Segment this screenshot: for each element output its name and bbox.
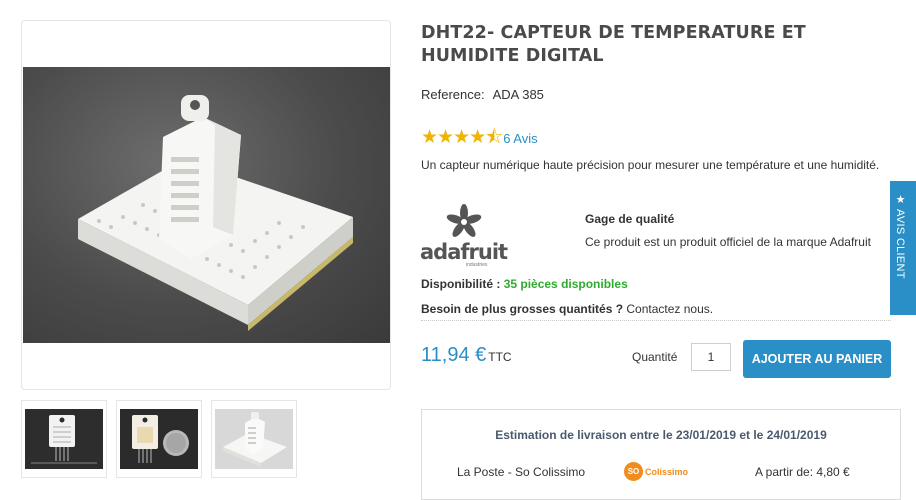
reference-value: ADA 385	[492, 87, 544, 102]
thumbnail-2[interactable]	[116, 400, 202, 478]
thumbnail-photo	[120, 409, 198, 469]
star-icon: ★	[453, 127, 470, 148]
thumbnail-photo	[215, 409, 293, 469]
colissimo-text: Colissimo	[645, 466, 689, 477]
product-description: Un capteur numérique haute précision pou…	[421, 158, 880, 172]
adafruit-logo[interactable]: adafruit industries	[420, 204, 508, 268]
quantity-input[interactable]	[691, 343, 731, 371]
reference-label: Reference:	[421, 87, 485, 102]
divider	[421, 320, 891, 321]
add-to-cart-button[interactable]: AJOUTER AU PANIER	[743, 340, 891, 378]
quality-text: Ce produit est un produit officiel de la…	[585, 235, 871, 249]
delivery-estimate: Estimation de livraison entre le 23/01/2…	[495, 428, 827, 442]
bulk-quantity-note: Besoin de plus grosses quantités ? Conta…	[421, 302, 713, 316]
star-icon: ★	[437, 127, 454, 148]
price-value: 11,94 €	[421, 344, 487, 366]
product-rating: ★ ★ ★ ★ ⯪ 6 Avis	[421, 128, 538, 148]
thumbnail-photo	[25, 409, 103, 469]
product-price: 11,94 € TTC	[421, 344, 512, 367]
half-star-icon: ⯪	[485, 127, 503, 148]
bulk-question: Besoin de plus grosses quantités ?	[421, 302, 624, 316]
quantity-label: Quantité	[632, 350, 678, 364]
delivery-estimate-box: Estimation de livraison entre le 23/01/2…	[421, 409, 901, 500]
shipping-price: A partir de: 4,80 €	[755, 465, 850, 479]
side-tab-label: ★ AVIS CLIENT	[894, 193, 906, 279]
breadboard-sensor-illustration	[78, 95, 353, 331]
product-photo	[23, 67, 390, 343]
availability-label: Disponibilité :	[421, 277, 501, 291]
main-product-image[interactable]	[21, 20, 391, 390]
logo-subtext: industries	[466, 262, 488, 268]
product-reference: Reference: ADA 385	[421, 87, 544, 102]
tax-label: TTC	[488, 350, 512, 364]
colissimo-logo: SO Colissimo	[624, 462, 688, 481]
colissimo-mark: SO	[624, 462, 643, 481]
thumbnail-3[interactable]	[211, 400, 297, 478]
star-icon: ★	[469, 127, 486, 148]
reviews-link[interactable]: 6 Avis	[503, 131, 537, 146]
thumbnail-1[interactable]	[21, 400, 107, 478]
logo-word: adafruit	[420, 240, 508, 264]
availability: Disponibilité : 35 pièces disponibles	[421, 277, 628, 291]
quality-title: Gage de qualité	[585, 212, 675, 226]
star-rating: ★ ★ ★ ★ ⯪	[421, 127, 503, 148]
star-icon: ★	[421, 127, 438, 148]
customer-reviews-tab[interactable]: ★ AVIS CLIENT	[890, 181, 916, 315]
flower-icon	[446, 204, 482, 237]
product-title: DHT22- CAPTEUR DE TEMPERATURE ET HUMIDIT…	[421, 23, 806, 66]
availability-value: 35 pièces disponibles	[503, 277, 628, 291]
contact-link[interactable]: Contactez nous.	[626, 302, 713, 316]
carrier-name: La Poste - So Colissimo	[457, 465, 586, 479]
